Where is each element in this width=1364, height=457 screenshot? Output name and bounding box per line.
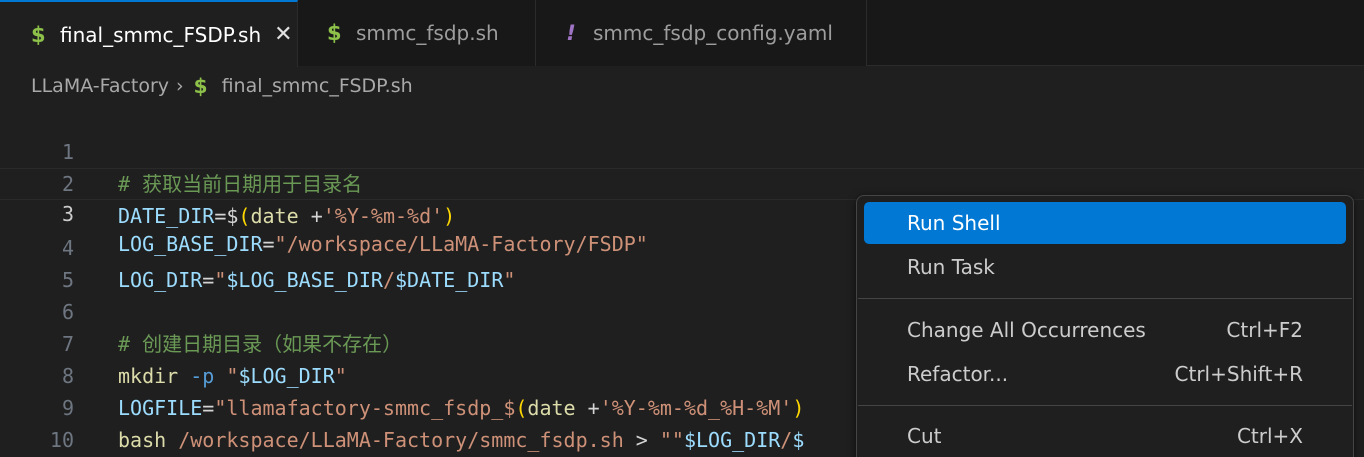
menu-item-run-task[interactable]: Run Task	[864, 246, 1346, 288]
tab-label: smmc_fsdp_config.yaml	[593, 21, 833, 45]
menu-item-refactor[interactable]: Refactor... Ctrl+Shift+R	[864, 353, 1346, 395]
string-token: ""	[659, 428, 684, 452]
string-token: /	[780, 428, 793, 452]
breadcrumb-folder[interactable]: LLaMA-Factory	[31, 75, 169, 97]
tab-smmc-fsdp-config[interactable]: ! smmc_fsdp_config.yaml	[536, 0, 867, 66]
yaml-file-icon: !	[566, 21, 576, 45]
menu-item-label: Change All Occurrences	[907, 318, 1146, 342]
menu-separator	[858, 298, 1352, 299]
menu-separator	[858, 405, 1352, 406]
code-line: 1 # 获取当前日期用于目录名	[0, 104, 1364, 196]
breadcrumb-file[interactable]: final_smmc_FSDP.sh	[222, 75, 413, 97]
menu-item-label: Refactor...	[907, 362, 1009, 386]
chevron-right-icon: ›	[176, 75, 184, 97]
menu-item-cut[interactable]: Cut Ctrl+X	[864, 415, 1346, 457]
tab-final-smmc-fsdp[interactable]: $ final_smmc_FSDP.sh ✕	[0, 0, 298, 67]
menu-item-run-shell[interactable]: Run Shell	[864, 202, 1346, 244]
menu-item-label: Run Shell	[907, 211, 1001, 235]
tab-label: final_smmc_FSDP.sh	[60, 22, 262, 47]
line-number: 10	[49, 428, 74, 452]
code-line: 2 DATE_DIR=$(date +'%Y-%m-%d')	[0, 136, 1364, 228]
context-menu: Run Shell Run Task Change All Occurrence…	[856, 195, 1354, 457]
code-editor-window: $ final_smmc_FSDP.sh ✕ $ smmc_fsdp.sh ! …	[0, 0, 1364, 457]
tab-smmc-fsdp[interactable]: $ smmc_fsdp.sh	[298, 0, 536, 66]
operator-token: >	[623, 428, 660, 452]
menu-item-change-all-occurrences[interactable]: Change All Occurrences Ctrl+F2	[864, 309, 1346, 351]
variable-reference-token: $LOG_DIR	[683, 428, 781, 452]
shell-script-icon: $	[327, 21, 342, 45]
shell-script-icon: $	[31, 22, 46, 47]
line-content: bash /workspace/LLaMA-Factory/smmc_fsdp.…	[118, 424, 804, 456]
menu-item-label: Run Task	[907, 255, 995, 279]
close-icon[interactable]: ✕	[274, 23, 292, 46]
menu-item-label: Cut	[907, 424, 942, 448]
menu-item-shortcut: Ctrl+F2	[1226, 318, 1303, 342]
menu-item-shortcut: Ctrl+X	[1236, 424, 1303, 448]
breadcrumb: LLaMA-Factory › $ final_smmc_FSDP.sh	[31, 72, 413, 100]
tab-label: smmc_fsdp.sh	[356, 21, 499, 45]
shell-script-icon: $	[193, 74, 208, 98]
path-token: /workspace/LLaMA-Factory/smmc_fsdp.sh	[166, 428, 624, 452]
command-token: bash	[118, 428, 167, 452]
tab-bar: $ final_smmc_FSDP.sh ✕ $ smmc_fsdp.sh ! …	[0, 0, 1364, 67]
menu-item-shortcut: Ctrl+Shift+R	[1174, 362, 1303, 386]
variable-reference-token: $	[792, 428, 805, 452]
